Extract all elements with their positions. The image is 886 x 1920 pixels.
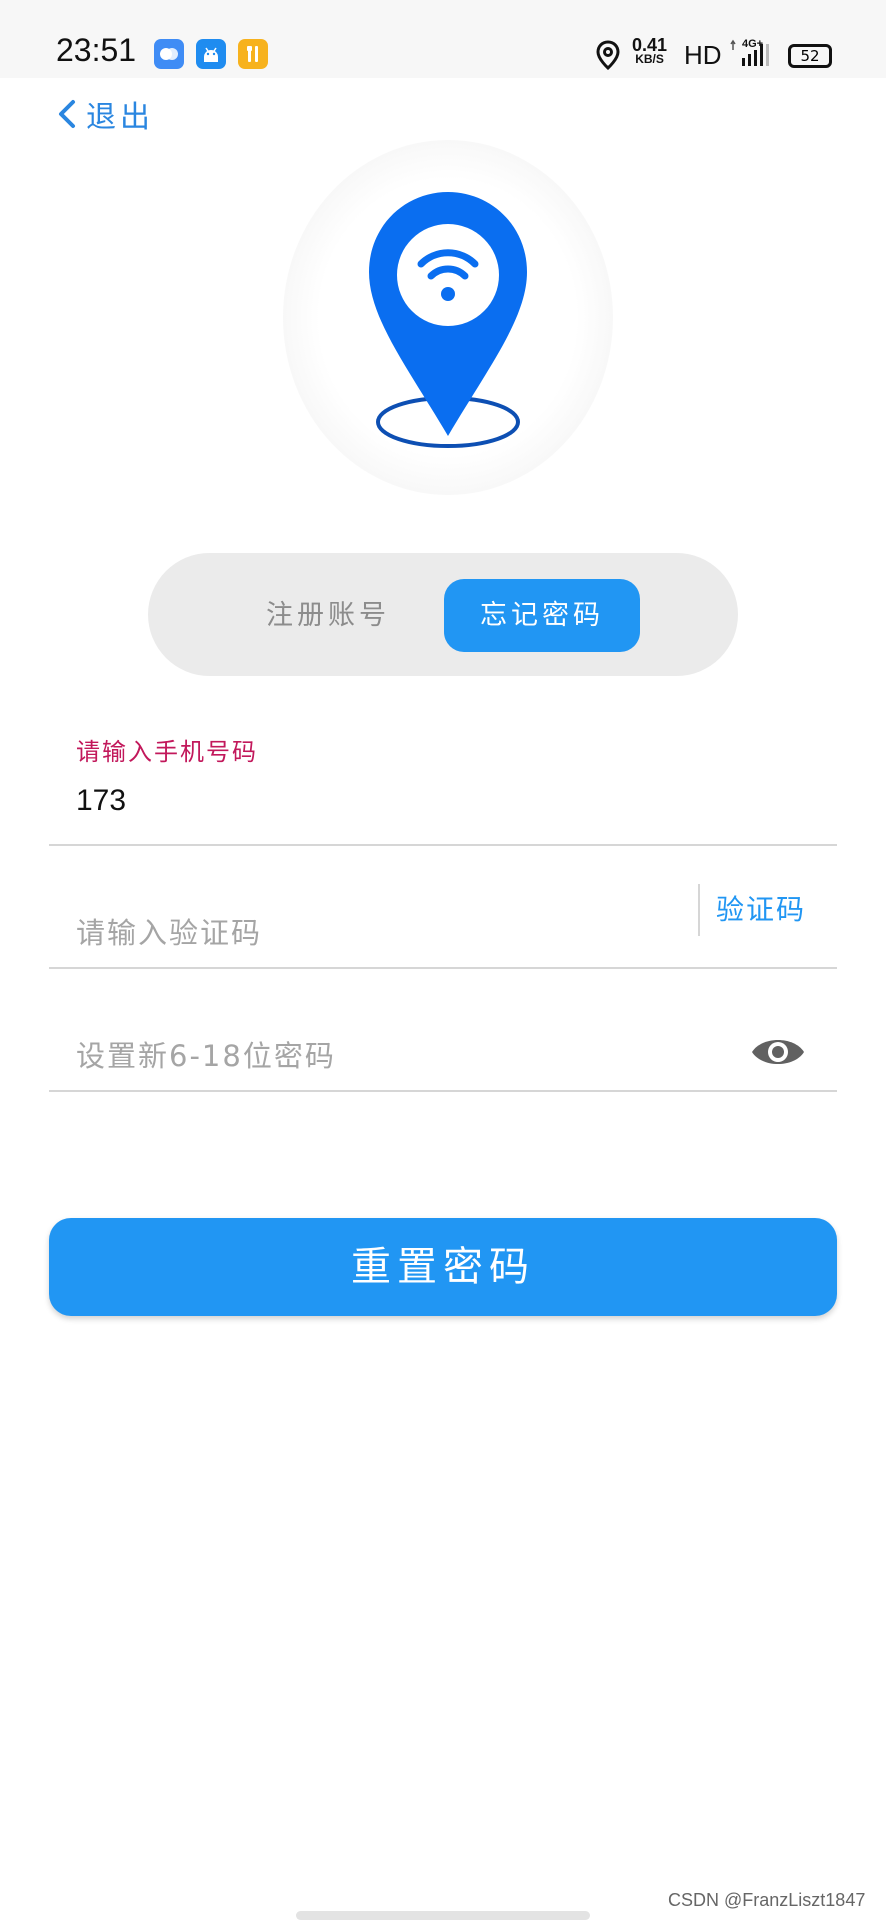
- app-logo: [283, 140, 613, 495]
- code-field-underline: [49, 967, 837, 969]
- phone-field-label: 请输入手机号码: [76, 738, 258, 766]
- auth-mode-tabs: 注册账号 忘记密码: [148, 553, 738, 676]
- status-time: 23:51: [56, 32, 137, 68]
- get-code-button[interactable]: 验证码: [716, 888, 806, 928]
- phone-input[interactable]: 173: [76, 784, 126, 818]
- battery-indicator: 52: [788, 44, 832, 68]
- eye-icon[interactable]: [750, 1032, 806, 1072]
- location-icon: [596, 40, 620, 71]
- code-divider: [698, 884, 700, 936]
- hd-indicator: HD: [684, 40, 722, 70]
- home-indicator[interactable]: [296, 1911, 590, 1920]
- signal-icon: 4G+: [728, 38, 772, 68]
- toolkit-app-icon: [238, 39, 268, 69]
- phone-field-underline: [49, 844, 837, 846]
- net-speed-unit: KB/S: [635, 52, 664, 66]
- android-app-icon: [196, 39, 226, 69]
- location-wifi-icon: [369, 192, 527, 448]
- back-button[interactable]: 退出: [56, 92, 154, 136]
- new-password-input[interactable]: 设置新6-18位密码: [76, 1033, 336, 1075]
- reset-password-button[interactable]: 重置密码: [49, 1218, 837, 1316]
- watermark: CSDN @FranzLiszt1847: [668, 1890, 866, 1910]
- password-field-underline: [49, 1090, 837, 1092]
- chevron-left-icon: [59, 100, 75, 128]
- net-speed-value: 0.41: [632, 35, 668, 55]
- cloud-app-icon: [154, 39, 184, 69]
- net-speed: 0.41 KB/S: [632, 35, 668, 66]
- tab-register[interactable]: 注册账号: [258, 579, 398, 652]
- verification-code-input[interactable]: 请输入验证码: [76, 910, 262, 952]
- back-label: 退出: [86, 100, 154, 135]
- tab-forgot-password[interactable]: 忘记密码: [444, 579, 640, 652]
- battery-tip: [829, 50, 832, 60]
